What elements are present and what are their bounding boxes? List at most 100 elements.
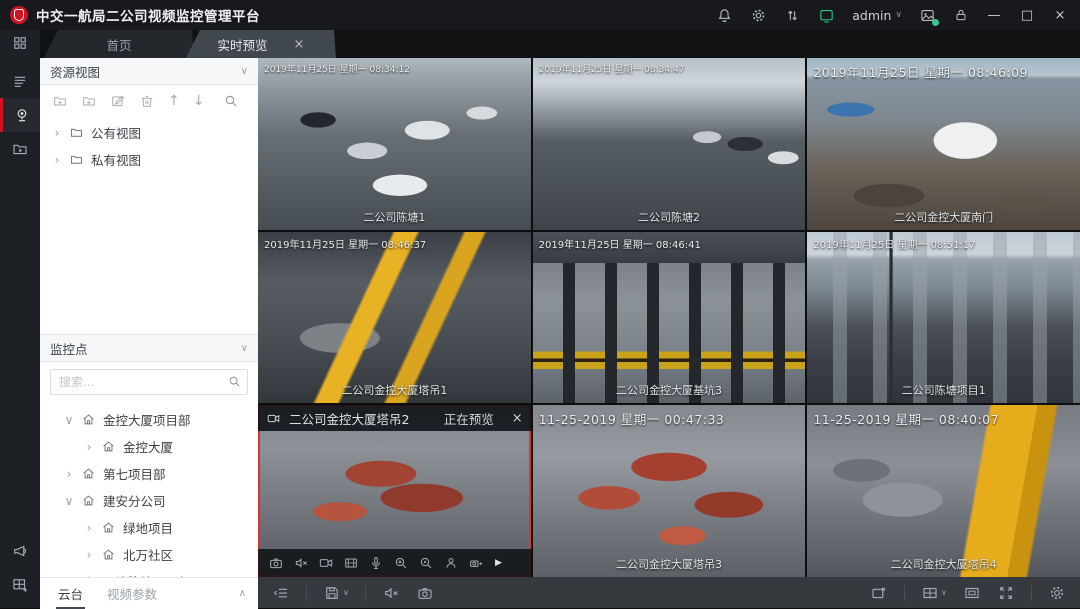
tree-item-label: 金控大厦 [123, 437, 173, 456]
tab-close-icon[interactable]: × [294, 37, 305, 52]
tree-item-site[interactable]: › 北万社区 [40, 541, 258, 568]
add-group-folder-icon[interactable] [52, 93, 68, 109]
tree-item-project[interactable]: ∨ 金控大厦项目部 [40, 406, 258, 433]
tree-item-site[interactable]: › 绿地项目 [40, 514, 258, 541]
tree-item-project[interactable]: ∨ 天津陈塘项目部 [40, 568, 258, 577]
stream-type-icon[interactable] [272, 584, 290, 602]
expand-chevron-icon[interactable]: › [84, 521, 94, 535]
move-up-icon[interactable]: ↑ [168, 93, 180, 109]
search-icon[interactable] [223, 93, 239, 109]
search-input[interactable] [50, 369, 248, 395]
folder-icon [69, 125, 84, 140]
tree-item-label: 北万社区 [123, 545, 173, 564]
grid-layout-icon[interactable]: ∨ [921, 584, 947, 602]
mute-all-speaker-icon[interactable] [382, 584, 400, 602]
playback-film-icon[interactable] [343, 555, 359, 571]
chevron-down-icon: ∨ [241, 343, 248, 354]
video-grid: 2019年11月25日 星期一 08:34:12 二公司陈塘1 2019年11月… [258, 58, 1080, 577]
tree-item-public-views[interactable]: › 公有视图 [40, 119, 258, 146]
settings-gear-icon[interactable] [1048, 584, 1066, 602]
snapshot-all-camera-icon[interactable] [416, 584, 434, 602]
close-video-icon[interactable]: × [512, 411, 523, 426]
tab-home[interactable]: 首页 [44, 30, 194, 58]
tree-item-project[interactable]: › 第七项目部 [40, 460, 258, 487]
search-icon[interactable] [227, 374, 242, 389]
tree-item-site[interactable]: › 金控大厦 [40, 433, 258, 460]
panel-footer: 云台 视频参数 ∧ [40, 577, 258, 609]
snapshot-camera-icon[interactable] [268, 555, 284, 571]
notification-bell-icon[interactable] [716, 7, 733, 24]
more-tools-arrow-icon[interactable]: ▶ [495, 558, 502, 568]
expand-chevron-icon[interactable]: › [52, 153, 62, 167]
monitor-status-icon[interactable] [818, 7, 835, 24]
close-all-windows-icon[interactable] [870, 584, 888, 602]
osd-timestamp: 2019年11月25日 星期一 08:51:17 [813, 236, 975, 251]
talk-mic-icon[interactable] [368, 555, 384, 571]
settings-gear-icon[interactable] [750, 7, 767, 24]
expand-chevron-icon[interactable]: › [84, 440, 94, 454]
layout-table-icon[interactable] [0, 568, 40, 602]
tab-home-label: 首页 [106, 35, 131, 54]
chevron-down-icon: ∨ [343, 588, 349, 597]
camera-caption: 二公司金控大厦塔吊3 [533, 556, 806, 572]
mute-speaker-icon[interactable] [293, 555, 309, 571]
preview-status-label: 正在预览 [444, 409, 494, 428]
zoom-3d-icon[interactable] [418, 555, 434, 571]
broadcast-megaphone-icon[interactable] [0, 534, 40, 568]
record-video-icon[interactable] [318, 555, 334, 571]
add-view-folder-icon[interactable] [81, 93, 97, 109]
save-view-icon[interactable]: ∨ [323, 584, 349, 602]
collapse-panel-chevron-icon[interactable]: ∧ [239, 588, 246, 599]
video-cell-1[interactable]: 2019年11月25日 星期一 08:34:12 二公司陈塘1 [258, 58, 531, 230]
title-bar: 中交一航局二公司视频监控管理平台 admin ∨ — □ × [0, 0, 1080, 30]
video-cell-6[interactable]: 2019年11月25日 星期一 08:51:17 二公司陈塘项目1 [807, 232, 1080, 404]
lock-screen-icon[interactable] [953, 7, 969, 23]
digital-zoom-icon[interactable] [393, 555, 409, 571]
menu-list-icon[interactable] [0, 64, 40, 98]
window-minimize-button[interactable]: — [986, 8, 1002, 23]
preset-person-icon[interactable] [443, 555, 459, 571]
tree-item-private-views[interactable]: › 私有视图 [40, 146, 258, 173]
edit-icon[interactable] [110, 93, 126, 109]
camera-caption: 二公司陈塘项目1 [807, 382, 1080, 398]
tree-item-project[interactable]: ∨ 建安分公司 [40, 487, 258, 514]
chevron-down-icon: ∨ [241, 66, 248, 77]
snapshot-status-icon[interactable] [919, 7, 936, 24]
ptz-camera-icon[interactable] [468, 555, 484, 571]
fullscreen-icon[interactable] [997, 584, 1015, 602]
tab-ptz[interactable]: 云台 [56, 578, 85, 609]
tab-video-params[interactable]: 视频参数 [107, 584, 157, 603]
home-icon [101, 439, 116, 454]
move-down-icon[interactable]: ↓ [193, 93, 205, 109]
user-menu[interactable]: admin ∨ [852, 8, 902, 23]
expand-chevron-icon[interactable]: › [52, 126, 62, 140]
expand-chevron-icon[interactable]: › [64, 467, 74, 481]
sort-arrows-icon[interactable] [784, 7, 801, 24]
collapse-chevron-icon[interactable]: ∨ [64, 413, 74, 427]
resource-panel: 资源视图 ∨ ↑ ↓ › 公有视图 › 私有视图 监控点 ∨ ∨ [40, 58, 258, 577]
video-cell-8[interactable]: 11-25-2019 星期一 00:47:33 二公司金控大厦塔吊3 [533, 405, 806, 577]
monitor-point-header[interactable]: 监控点 ∨ [40, 334, 258, 362]
monitor-tree: ∨ 金控大厦项目部 › 金控大厦 › 第七项目部 ∨ 建安分公司 › 绿地项目 … [40, 402, 258, 577]
expand-chevron-icon[interactable]: › [84, 548, 94, 562]
single-window-icon[interactable] [963, 584, 981, 602]
video-cell-3[interactable]: 2019年11月25日 星期一 08:46:09 二公司金控大厦南门 [807, 58, 1080, 230]
video-cell-5[interactable]: 2019年11月25日 星期一 08:46:41 二公司金控大厦基坑3 [533, 232, 806, 404]
video-cell-7-active[interactable]: 二公司金控大厦塔吊2 正在预览 × ▶ [258, 405, 531, 577]
app-grid-icon[interactable] [0, 30, 40, 56]
resource-view-header[interactable]: 资源视图 ∨ [40, 58, 258, 85]
video-cell-2[interactable]: 2019年11月25日 星期一 08:34:47 二公司陈塘2 [533, 58, 806, 230]
tab-live-preview[interactable]: 实时预览 × [186, 30, 336, 58]
tree-item-label: 私有视图 [91, 150, 141, 169]
video-cell-9[interactable]: 11-25-2019 星期一 08:40:07 二公司金控大厦塔吊4 [807, 405, 1080, 577]
playback-folder-icon[interactable] [0, 132, 40, 166]
video-cell-4[interactable]: 2019年11月25日 星期一 08:46:37 二公司金控大厦塔吊1 [258, 232, 531, 404]
window-close-button[interactable]: × [1052, 8, 1068, 23]
folder-icon [69, 152, 84, 167]
live-view-webcam-icon[interactable] [0, 98, 40, 132]
active-cell-title-bar: 二公司金控大厦塔吊2 正在预览 × [258, 405, 531, 431]
username-label: admin [852, 8, 891, 23]
delete-trash-icon[interactable] [139, 93, 155, 109]
collapse-chevron-icon[interactable]: ∨ [64, 494, 74, 508]
window-maximize-button[interactable]: □ [1019, 8, 1035, 23]
